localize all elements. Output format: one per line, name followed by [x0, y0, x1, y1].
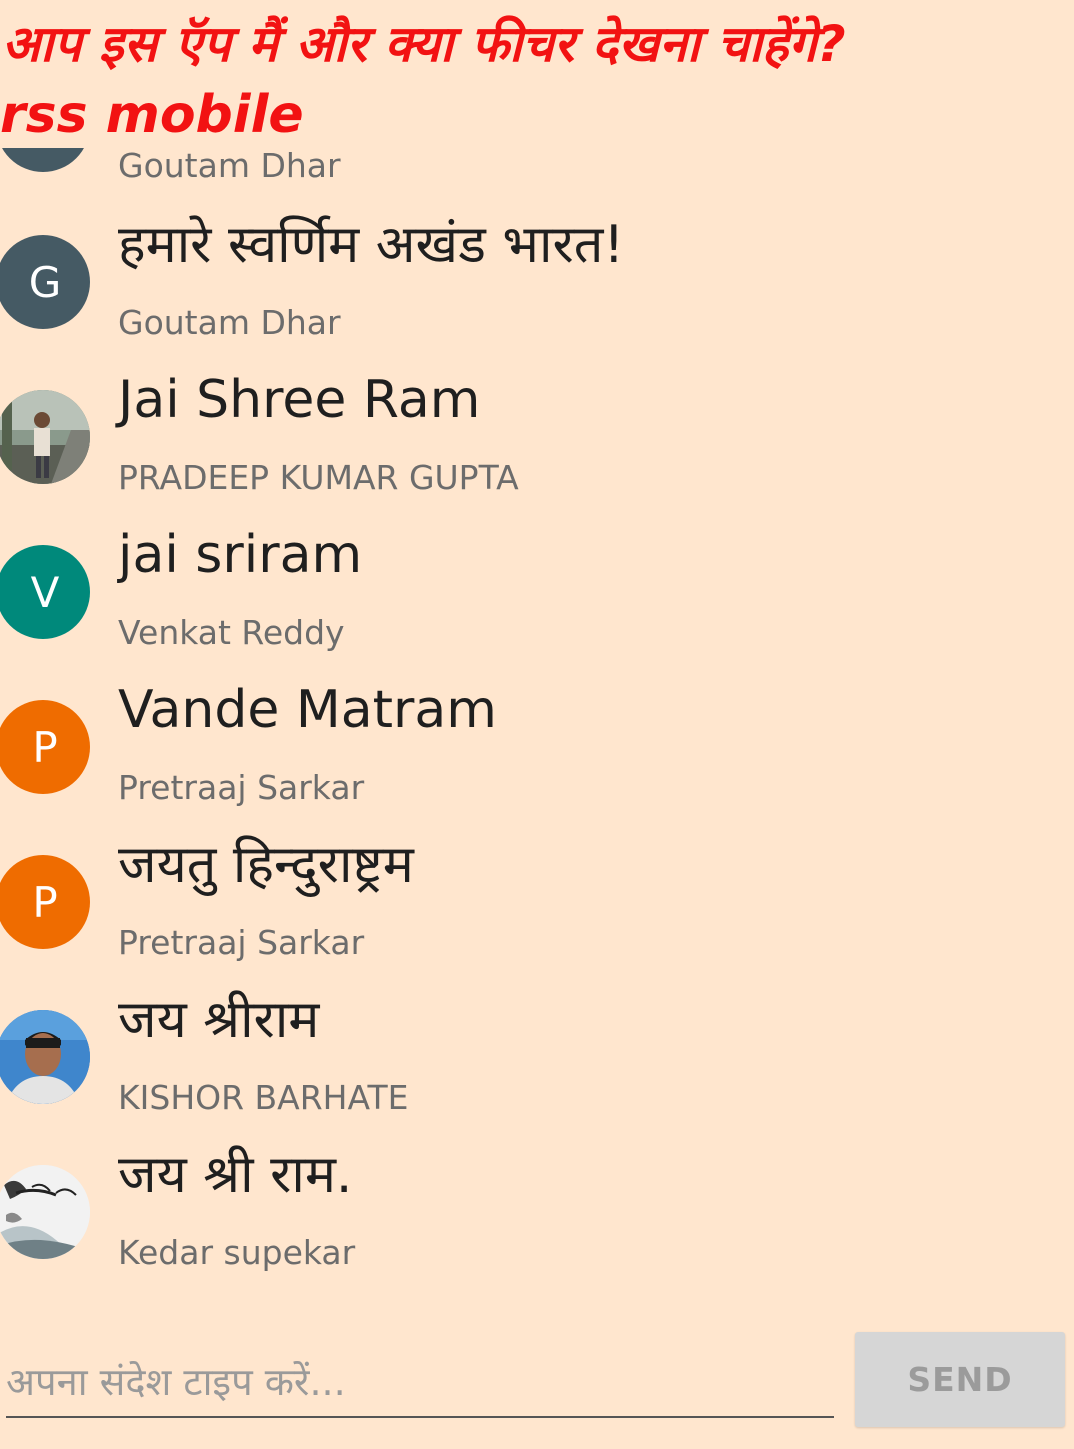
avatar-initial: P: [32, 722, 58, 772]
message-author: Goutam Dhar: [118, 146, 341, 185]
message-text: Vande Matram: [118, 680, 497, 740]
avatar-initial: V: [30, 567, 60, 617]
message-composer: SEND: [0, 1310, 1074, 1449]
avatar-initial: P: [32, 877, 58, 927]
message-author: KISHOR BARHATE: [118, 1078, 409, 1117]
message-input[interactable]: [6, 1350, 834, 1418]
message-text: Jai Shree Ram: [118, 370, 481, 430]
message-author: PRADEEP KUMAR GUPTA: [118, 458, 519, 497]
message-author: Pretraaj Sarkar: [118, 923, 365, 962]
message-text: जयतु हिन्दुराष्ट्रम: [118, 835, 414, 895]
avatar-initial: G: [28, 257, 62, 307]
send-button[interactable]: SEND: [855, 1332, 1065, 1427]
message-text: जय श्री राम.: [118, 1145, 353, 1205]
message-author: Pretraaj Sarkar: [118, 768, 365, 807]
message-author: Venkat Reddy: [118, 613, 345, 652]
list-item[interactable]: जय श्री राम. Kedar supekar: [0, 1145, 1074, 1320]
message-text: जय श्रीराम: [118, 990, 320, 1050]
message-list[interactable]: Goutam Dhar G हमारे स्वर्णिम अखंड भारत! …: [0, 0, 1074, 1300]
message-author: Kedar supekar: [118, 1233, 356, 1272]
avatar: V: [0, 545, 90, 639]
message-text: हमारे स्वर्णिम अखंड भारत!: [118, 215, 625, 275]
avatar: G: [0, 235, 90, 329]
avatar: P: [0, 700, 90, 794]
message-text: jai sriram: [118, 525, 363, 585]
app-header: आप इस ऍप मैं और क्या फीचर देखना चाहेंगे?…: [0, 0, 1074, 148]
page-title: आप इस ऍप मैं और क्या फीचर देखना चाहेंगे?: [2, 15, 846, 73]
user-photo-icon: [0, 1010, 90, 1104]
user-photo-icon: [0, 390, 90, 484]
user-photo-icon: [0, 1165, 90, 1259]
avatar: P: [0, 855, 90, 949]
app-name: rss mobile: [0, 85, 304, 145]
message-author: Goutam Dhar: [118, 303, 341, 342]
